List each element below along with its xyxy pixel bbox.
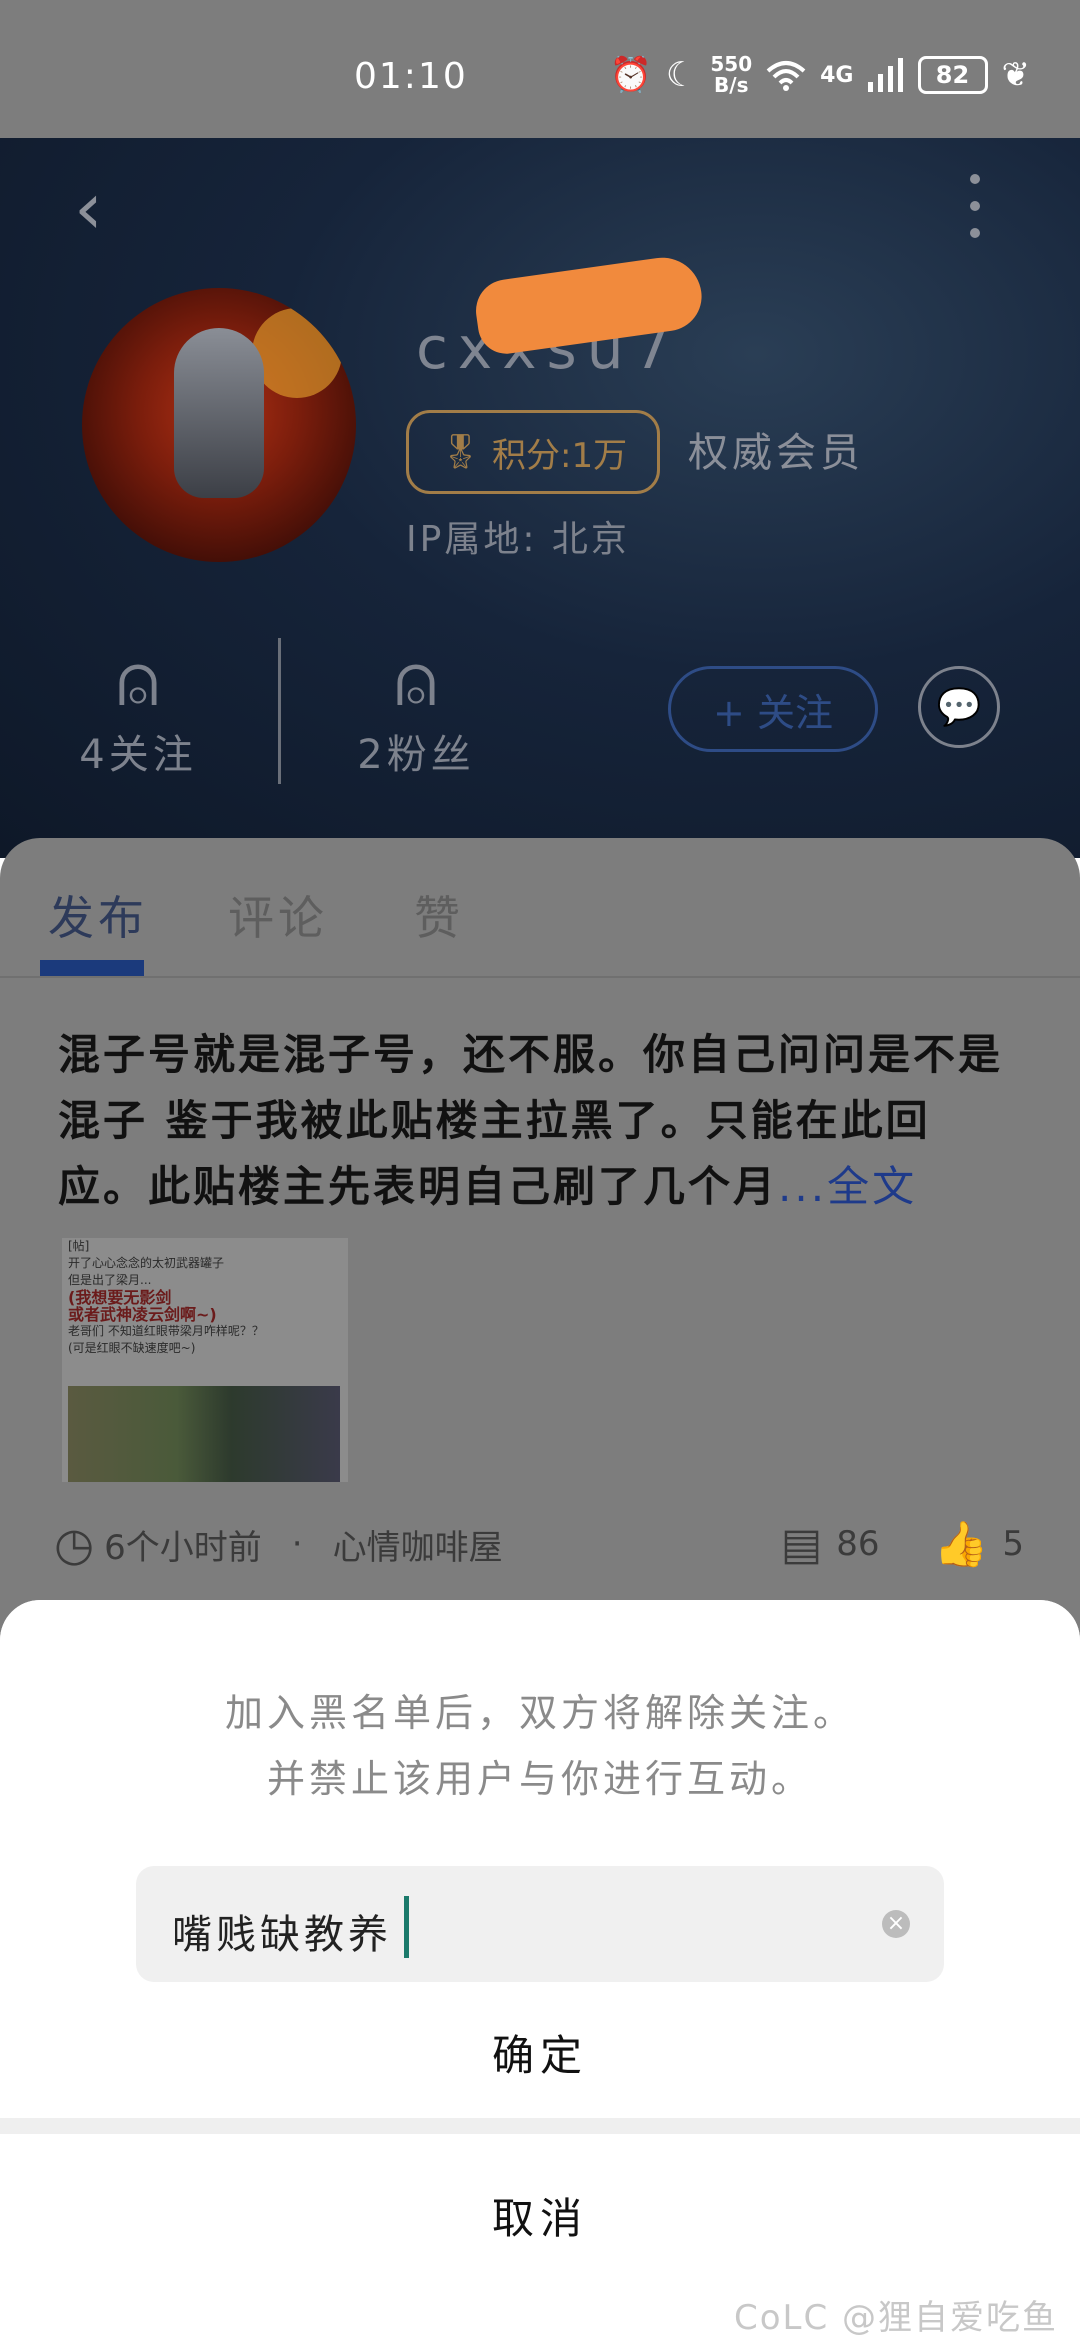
ip-location: IP属地: 北京 [406,519,630,560]
tab-likes[interactable]: 赞 [414,882,464,948]
medal-icon: 🎖 [438,432,483,472]
more-options-button[interactable] [960,166,990,246]
image-text-line: (可是红眼不缺速度吧~) [68,1341,196,1355]
post-text[interactable]: 混子号就是混子号，还不服。你自己问问是不是混子 鉴于我被此贴楼主拉黑了。只能在此… [58,1022,1008,1220]
battery-icon: 82 [917,56,988,94]
blacklist-dialog: 加入黑名单后，双方将解除关注。 并禁止该用户与你进行互动。 嘴贱缺教养 × 确定… [0,1600,1080,2340]
avatar[interactable] [82,288,356,562]
chevron-left-icon: ‹ [74,166,103,250]
network-type: 4G [820,62,854,88]
reason-input[interactable]: 嘴贱缺教养 × [136,1866,944,1982]
image-text-line: 或者武神凌云剑啊~) [68,1305,217,1324]
watermark: CoLC @狸自爱吃鱼 [733,2298,1058,2338]
leaf-icon: ❦ [1001,55,1031,95]
image-text-line: 但是出了梁月... [68,1273,152,1287]
dialog-message-line2: 并禁止该用户与你进行互动。 [266,1757,813,1801]
points-badge[interactable]: 🎖 积分:1万 [406,410,660,494]
post-time: 6个小时前 [104,1527,262,1568]
profile-header: ‹ cxxsu7 🎖 积分:1万 权威会员 IP属地: 北京 ⍝ 4关注 ⍝ 2… [0,138,1080,858]
avatar-figure [174,328,264,498]
clear-icon[interactable]: × [882,1910,910,1938]
image-text-line: (我想要无影剑 [68,1288,172,1307]
message-button[interactable]: 💬 [918,666,1000,748]
following-stat[interactable]: ⍝ 4关注 [48,638,228,780]
post-meta: ◷ 6个小时前 · 心情咖啡屋 ▤ 86 👍 5 [54,1512,1034,1576]
comment-icon[interactable]: ▤ [781,1519,823,1570]
alarm-icon: ⏰ [609,55,652,95]
back-button[interactable]: ‹ [74,168,134,248]
read-more-link[interactable]: ...全文 [778,1162,917,1211]
member-level: 权威会员 [688,430,864,476]
game-screenshot [68,1386,340,1482]
tab-bar: 发布 评论 赞 [0,838,1080,978]
speed-unit: B/s [714,73,749,97]
avatar-flame [252,308,342,398]
reason-input-value[interactable]: 嘴贱缺教养 [172,1902,392,1960]
status-time: 01:10 [354,56,468,97]
signal-icon [867,58,903,92]
forum-link[interactable]: 心情咖啡屋 [333,1520,503,1569]
more-dot-icon [970,200,980,211]
network-speed: 550 B/s [710,54,752,96]
followers-stat[interactable]: ⍝ 2粉丝 [326,638,506,780]
user-add-icon: ⍝ [116,638,160,722]
status-icons: ⏰ ☾ 550 B/s 4G 82 ❦ [610,54,1030,96]
more-dot-icon [970,227,980,238]
chat-bubble-icon: 💬 [936,687,982,728]
post-actions: ▤ 86 👍 5 [781,1518,1024,1571]
dialog-body: 加入黑名单后，双方将解除关注。 并禁止该用户与你进行互动。 嘴贱缺教养 × 确定 [0,1600,1080,2118]
image-text-line: 老哥们 不知道红眼带梁月咋样呢？？ [68,1324,264,1338]
users-icon: ⍝ [394,638,438,722]
image-text-line: 开了心心念念的太初武器罐子 [68,1256,225,1270]
tab-posts[interactable]: 发布 [48,882,148,948]
more-dot-icon [970,174,980,185]
wifi-icon [766,61,806,91]
confirm-button[interactable]: 确定 [0,2008,1080,2104]
post-image[interactable]: [帖] 开了心心念念的太初武器罐子 但是出了梁月... (我想要无影剑 或者武神… [62,1238,348,1482]
tab-comments[interactable]: 评论 [228,882,328,948]
tab-indicator [40,960,144,976]
like-count: 5 [1002,1524,1024,1564]
dialog-message-line1: 加入黑名单后，双方将解除关注。 [224,1691,855,1735]
following-label: 4关注 [79,732,197,778]
points-label: 积分:1万 [492,435,628,476]
clock-icon: ◷ [54,1517,95,1571]
stat-divider [278,638,281,784]
moon-icon: ☾ [665,55,697,95]
followers-label: 2粉丝 [357,732,475,778]
comment-count: 86 [836,1524,880,1564]
follow-button[interactable]: + 关注 [668,666,878,752]
meta-separator: · [291,1524,303,1564]
status-bar: 01:10 ⏰ ☾ 550 B/s 4G 82 ❦ [0,0,1080,138]
text-caret [404,1896,409,1958]
thumbs-up-icon[interactable]: 👍 [934,1518,989,1570]
image-text-line: [帖] [68,1239,90,1253]
